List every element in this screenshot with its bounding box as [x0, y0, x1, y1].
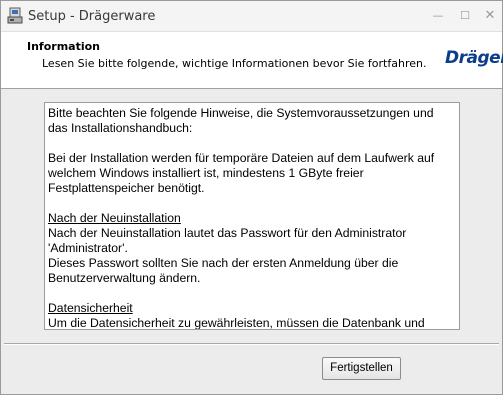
security-section: Datensicherheit Um die Datensicherheit z…: [48, 301, 456, 330]
install-paragraph: Bei der Installation werden für temporär…: [48, 151, 456, 196]
text-line: Dieses Passwort sollten Sie nach der ers…: [48, 256, 399, 270]
text-line: Festplattenspeicher benötigt.: [48, 181, 205, 195]
page-subtitle: Lesen Sie bitte folgende, wichtige Infor…: [42, 57, 427, 70]
section-heading: Datensicherheit: [48, 301, 133, 315]
after-install-section: Nach der Neuinstallation Nach der Neuins…: [48, 211, 456, 286]
text-line: welchem Windows installiert ist, mindest…: [48, 166, 364, 180]
window-title: Setup - Drägerware: [28, 9, 156, 24]
intro-paragraph: Bitte beachten Sie folgende Hinweise, di…: [48, 106, 456, 136]
page-title: Information: [27, 40, 100, 53]
wizard-header: Information Lesen Sie bitte folgende, wi…: [1, 32, 503, 89]
text-line: Benutzerverwaltung ändern.: [48, 271, 201, 285]
finish-button[interactable]: Fertigstellen: [322, 357, 401, 380]
bottom-divider: [4, 343, 499, 345]
drager-logo: Dräger: [445, 48, 503, 68]
text-line: Bei der Installation werden für temporär…: [48, 151, 435, 165]
close-icon[interactable]: ✕: [481, 8, 499, 24]
maximize-icon[interactable]: ☐: [456, 8, 474, 24]
section-heading: Nach der Neuinstallation: [48, 211, 181, 225]
text-line: das Installationshandbuch:: [48, 121, 193, 135]
setup-window: Setup - Drägerware — ☐ ✕ Information Les…: [0, 0, 503, 395]
title-bar[interactable]: Setup - Drägerware — ☐ ✕: [1, 1, 502, 32]
text-line: Nach der Neuinstallation lautet das Pass…: [48, 226, 407, 240]
text-line: Um die Datensicherheit zu gewährleisten,…: [48, 316, 425, 330]
text-line: Bitte beachten Sie folgende Hinweise, di…: [48, 106, 434, 120]
text-line: 'Administrator'.: [48, 241, 128, 255]
setup-app-icon: [7, 7, 23, 25]
minimize-icon[interactable]: —: [429, 8, 447, 24]
information-textbox[interactable]: Bitte beachten Sie folgende Hinweise, di…: [44, 102, 460, 330]
